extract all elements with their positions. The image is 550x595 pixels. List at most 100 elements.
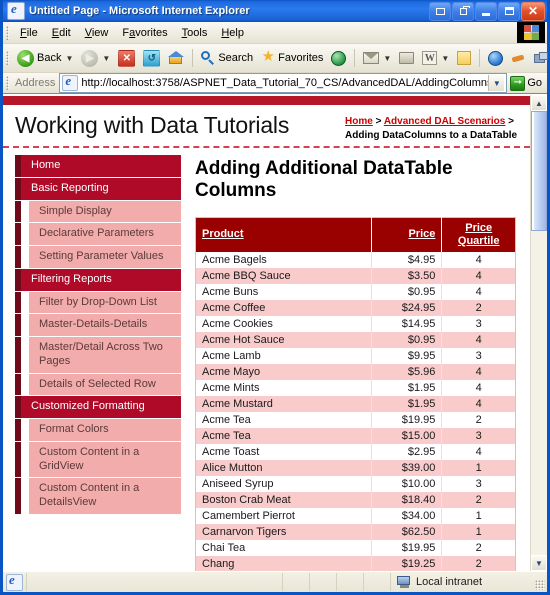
messenger-button[interactable] — [484, 47, 507, 69]
edit-dropdown-icon[interactable]: ▼ — [441, 54, 449, 63]
menu-view[interactable]: View — [78, 25, 116, 41]
cell-price: $39.00 — [371, 460, 443, 477]
mail-dropdown-icon[interactable]: ▼ — [383, 54, 391, 63]
stop-button[interactable]: ✕ — [114, 47, 139, 69]
minimize-button[interactable] — [475, 1, 497, 21]
column-header-price-label: Price — [408, 228, 436, 241]
table-row: Acme Mustard $1.95 4 — [195, 396, 516, 413]
address-dropdown-icon[interactable]: ▼ — [488, 75, 505, 91]
products-table: Product Price Price Quartile Acme Bagels… — [195, 216, 516, 571]
sidebar-item-declarative-parameters[interactable]: Declarative Parameters — [15, 223, 181, 246]
table-row: Acme Tea $15.00 3 — [195, 428, 516, 445]
menu-grip[interactable] — [6, 25, 9, 40]
menu-help[interactable]: Help — [214, 25, 251, 41]
edit-button[interactable]: W ▼ — [418, 47, 453, 69]
column-header-product-label: Product — [202, 228, 244, 241]
cell-price-quartile: 1 — [441, 460, 516, 477]
home-button[interactable] — [164, 47, 188, 69]
toolbar-grip[interactable] — [6, 51, 9, 65]
table-row: Chang $19.25 2 — [195, 556, 516, 571]
scroll-up-arrow-icon[interactable]: ▲ — [531, 95, 547, 111]
scroll-down-arrow-icon[interactable]: ▼ — [531, 555, 547, 571]
favorites-button[interactable]: ★ Favorites — [257, 47, 327, 69]
column-header-product[interactable]: Product — [195, 217, 372, 253]
sidebar-item-setting-parameter-values[interactable]: Setting Parameter Values — [15, 246, 181, 269]
cell-price: $19.95 — [371, 540, 443, 557]
refresh-button[interactable]: ↺ — [139, 47, 164, 69]
cell-price-quartile: 1 — [441, 524, 516, 541]
cell-product: Chang — [195, 556, 372, 571]
breadcrumb-home-link[interactable]: Home — [345, 116, 373, 127]
sidebar-item-filter-by-drop-down-list[interactable]: Filter by Drop-Down List — [15, 291, 181, 315]
cell-product: Acme Buns — [195, 284, 372, 301]
home-icon — [168, 51, 185, 65]
column-header-price[interactable]: Price — [371, 217, 443, 253]
table-row: Acme BBQ Sauce $3.50 4 — [195, 268, 516, 285]
restore-window-button[interactable] — [452, 1, 474, 21]
menu-edit[interactable]: Edit — [45, 25, 78, 41]
sidebar-item-custom-content-in-a-gridview[interactable]: Custom Content in a GridView — [15, 441, 181, 479]
sidebar-item-label: Basic Reporting — [31, 181, 109, 194]
table-row: Acme Bagels $4.95 4 — [195, 252, 516, 269]
toolbar-separator — [192, 49, 194, 67]
status-cell-4 — [363, 573, 390, 591]
table-row: Aniseed Syrup $10.00 3 — [195, 476, 516, 493]
table-row: Chai Tea $19.95 2 — [195, 540, 516, 557]
messenger-icon — [488, 50, 504, 66]
menu-favorites[interactable]: Favorites — [115, 25, 174, 41]
column-header-price-quartile[interactable]: Price Quartile — [441, 217, 516, 253]
back-dropdown-icon[interactable]: ▼ — [65, 54, 73, 63]
resize-grip[interactable] — [535, 580, 545, 590]
table-row: Acme Coffee $24.95 2 — [195, 300, 516, 317]
breadcrumb-section-link[interactable]: Advanced DAL Scenarios — [384, 116, 506, 127]
search-button[interactable]: Search — [197, 47, 257, 69]
cell-price: $9.95 — [371, 348, 443, 365]
page-scrollbar[interactable]: ▲ ▼ — [530, 95, 547, 571]
research-button[interactable] — [530, 47, 550, 69]
back-button[interactable]: ◀ Back ▼ — [13, 47, 77, 69]
maximize-button[interactable] — [498, 1, 520, 21]
cell-price-quartile: 4 — [441, 332, 516, 349]
sidebar-item-format-colors[interactable]: Format Colors — [15, 419, 181, 442]
menu-bar: FFileile Edit View Favorites Tools Help — [3, 22, 547, 44]
sidebar-item-customized-formatting[interactable]: Customized Formatting — [15, 396, 181, 419]
sidebar-item-details-of-selected-row[interactable]: Details of Selected Row — [15, 373, 181, 397]
research-icon — [534, 51, 549, 65]
menu-file[interactable]: FFileile — [13, 25, 45, 41]
cell-price-quartile: 4 — [441, 268, 516, 285]
scrollbar-thumb[interactable] — [531, 111, 547, 231]
sidebar-item-label: Customized Formatting — [31, 400, 145, 413]
go-button[interactable]: ➞ Go — [507, 75, 545, 91]
cell-product: Acme Tea — [195, 412, 372, 429]
menu-tools[interactable]: Tools — [175, 25, 215, 41]
scrollbar-track[interactable] — [531, 111, 547, 555]
mail-button[interactable]: ▼ — [359, 47, 395, 69]
forward-button[interactable]: ▶ ▼ — [77, 47, 114, 69]
sidebar-item-master-details-details[interactable]: Master-Details-Details — [15, 314, 181, 337]
address-input[interactable]: http://localhost:3758/ASPNET_Data_Tutori… — [59, 73, 508, 93]
search-label: Search — [218, 52, 254, 64]
table-body: Acme Bagels $4.95 4 Acme BBQ Sauce $3.50 4 Acm… — [195, 252, 516, 571]
restore-group-button[interactable] — [429, 1, 451, 21]
edit-word-icon: W — [422, 51, 438, 65]
print-button[interactable] — [395, 47, 418, 69]
bird-button[interactable] — [507, 47, 530, 69]
notes-button[interactable] — [453, 47, 475, 69]
sidebar-item-basic-reporting[interactable]: Basic Reporting — [15, 177, 181, 201]
sidebar-item-home[interactable]: Home — [15, 155, 181, 178]
sidebar-item-simple-display[interactable]: Simple Display — [15, 200, 181, 224]
cell-price-quartile: 4 — [441, 364, 516, 381]
close-button[interactable]: ✕ — [521, 1, 545, 21]
history-button[interactable] — [327, 47, 350, 69]
sidebar-item-filtering-reports[interactable]: Filtering Reports — [15, 268, 181, 292]
forward-icon: ▶ — [81, 49, 99, 67]
forward-dropdown-icon[interactable]: ▼ — [102, 54, 110, 63]
cell-price: $18.40 — [371, 492, 443, 509]
sidebar-item-label: Format Colors — [39, 423, 109, 435]
sidebar-item-custom-content-in-a-detailsview[interactable]: Custom Content in a DetailsView — [15, 478, 181, 515]
cell-price: $4.95 — [371, 252, 443, 269]
address-grip[interactable] — [6, 76, 9, 90]
sidebar-item-master-detail-across-two-pages[interactable]: Master/Detail Across Two Pages — [15, 337, 181, 374]
security-zone[interactable]: Local intranet — [390, 573, 547, 591]
sidebar-item-label: Setting Parameter Values — [39, 250, 164, 262]
